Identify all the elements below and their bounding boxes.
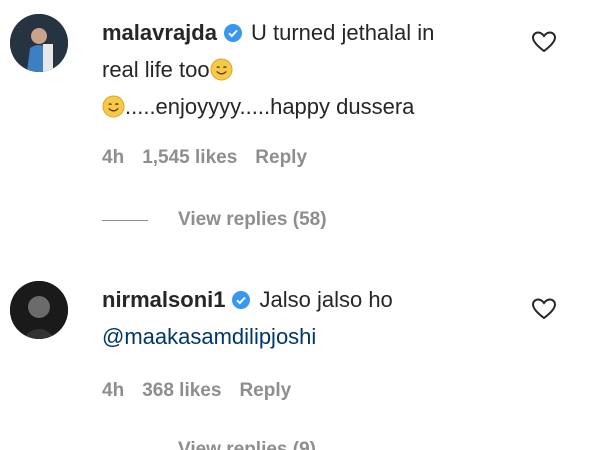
smiling-face-emoji-icon [102,95,125,118]
verified-badge-icon [223,24,242,42]
view-replies-label: View replies (9) [178,439,316,450]
comment-time[interactable]: 4h [102,147,124,168]
reply-button[interactable]: Reply [255,147,307,168]
comment-text: .....enjoyyyy.....happy dussera [125,94,415,119]
heart-outline-icon[interactable] [531,297,557,321]
view-replies-label: View replies (58) [178,209,327,230]
comment-time[interactable]: 4h [102,380,124,401]
mention-link[interactable]: @maakasamdilipjoshi [102,324,316,349]
divider [102,219,148,221]
comment-likes[interactable]: 1,545 likes [142,147,237,168]
comment-meta: 4h 368 likes Reply [102,380,309,402]
avatar[interactable] [10,281,68,339]
heart-outline-icon[interactable] [531,30,557,54]
reply-button[interactable]: Reply [239,380,291,401]
comment-text: Jalso jalso ho [259,287,393,312]
comment-username[interactable]: nirmalsoni1 [102,287,225,312]
view-replies-button[interactable]: View replies (58) [102,209,327,231]
comment-likes[interactable]: 368 likes [142,380,221,401]
comment-body: malavrajda U turned jethalal in real life… [102,14,522,125]
avatar[interactable] [10,14,68,72]
smiling-face-emoji-icon [210,58,233,81]
comment-text: U turned jethalal in [250,20,435,45]
view-replies-button[interactable]: View replies (9) [102,439,316,450]
comment-text: real life too [102,57,210,82]
comment-meta: 4h 1,545 likes Reply [102,147,325,169]
comment-username[interactable]: malavrajda [102,20,217,45]
comment-body: nirmalsoni1 Jalso jalso ho @maakasamdilip… [102,281,522,355]
verified-badge-icon [232,291,251,309]
